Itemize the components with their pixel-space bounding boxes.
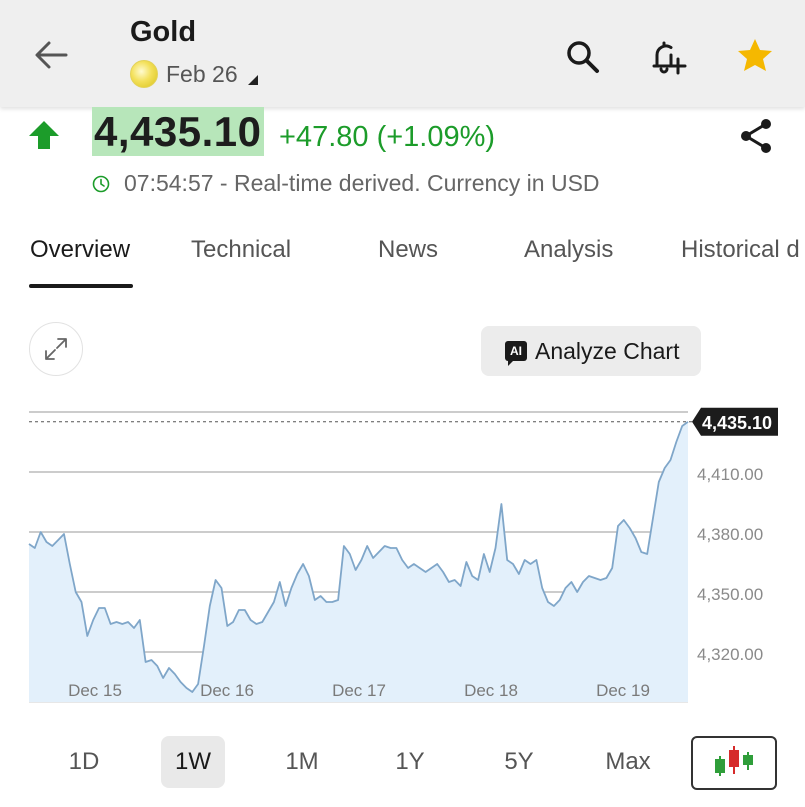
range-1m-button[interactable]: 1M: [270, 736, 334, 788]
range-1d-button[interactable]: 1D: [52, 736, 116, 788]
contract-label: Feb 26: [166, 60, 238, 87]
search-icon[interactable]: [562, 36, 602, 76]
y-tick-label: 4,350.00: [697, 585, 763, 604]
last-price: 4,435.10: [92, 107, 264, 156]
section-tabs: Overview Technical News Analysis Histori…: [0, 228, 805, 288]
y-tick-label: 4,380.00: [697, 525, 763, 544]
analyze-chart-button[interactable]: AI Analyze Chart: [481, 326, 701, 376]
x-tick-label: Dec 15: [68, 681, 122, 700]
tab-historical-data[interactable]: Historical d: [681, 236, 800, 264]
tab-analysis[interactable]: Analysis: [524, 236, 613, 264]
active-tab-indicator: [29, 284, 133, 288]
star-icon[interactable]: [735, 36, 775, 76]
range-max-button[interactable]: Max: [594, 736, 662, 788]
time-range-selector: 1D 1W 1M 1Y 5Y Max: [0, 736, 805, 792]
range-5y-button[interactable]: 5Y: [487, 736, 551, 788]
x-tick-label: Dec 16: [200, 681, 254, 700]
bell-plus-icon[interactable]: [648, 36, 688, 76]
expand-chart-button[interactable]: [29, 322, 83, 376]
arrow-left-icon[interactable]: [32, 38, 70, 72]
expand-icon: [45, 338, 67, 360]
x-tick-label: Dec 17: [332, 681, 386, 700]
tab-technical[interactable]: Technical: [191, 236, 291, 264]
tab-overview[interactable]: Overview: [30, 236, 130, 264]
tab-news[interactable]: News: [378, 236, 438, 264]
y-tick-label: 4,320.00: [697, 645, 763, 664]
y-tick-label: 4,410.00: [697, 465, 763, 484]
series-area: [29, 421, 688, 702]
gold-coin-icon: [130, 60, 158, 88]
candlestick-icon: [715, 746, 753, 776]
arrow-up-icon: [29, 121, 59, 149]
current-price-label: 4,435.10: [702, 413, 772, 433]
price-change: +47.80 (+1.09%): [279, 121, 496, 153]
share-icon[interactable]: [736, 116, 776, 156]
quote-row: 4,435.10 +47.80 (+1.09%): [0, 107, 805, 167]
contract-selector[interactable]: Feb 26: [130, 60, 258, 88]
instrument-title: Gold: [130, 16, 197, 48]
top-app-bar: Gold Feb 26: [0, 0, 805, 107]
chart-type-button[interactable]: [691, 736, 777, 790]
status-text: 07:54:57 - Real-time derived. Currency i…: [124, 170, 600, 196]
quote-status: 07:54:57 - Real-time derived. Currency i…: [92, 170, 600, 197]
ai-icon: AI: [505, 341, 527, 366]
clock-icon: [92, 175, 110, 192]
range-1y-button[interactable]: 1Y: [378, 736, 442, 788]
x-tick-label: Dec 18: [464, 681, 518, 700]
dropdown-triangle-icon: [247, 75, 258, 85]
x-tick-label: Dec 19: [596, 681, 650, 700]
range-1w-button[interactable]: 1W: [161, 736, 225, 788]
price-chart[interactable]: 4,320.004,350.004,380.004,410.004,440.00…: [0, 390, 805, 710]
analyze-chart-label: Analyze Chart: [535, 337, 680, 364]
